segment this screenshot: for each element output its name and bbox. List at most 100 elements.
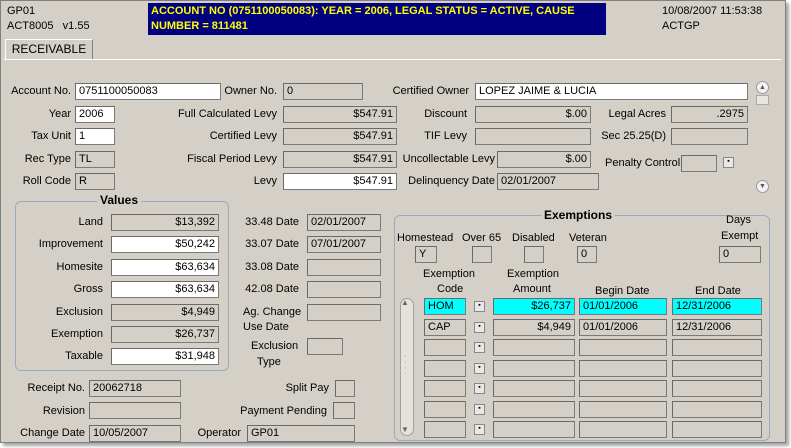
days-exempt-field: 0 — [719, 246, 761, 263]
taxable-field[interactable]: $31,948 — [111, 348, 219, 365]
end-date-cell[interactable]: 12/31/2006 — [672, 298, 762, 315]
tif-levy-field — [475, 128, 591, 145]
certified-owner-field[interactable]: LOPEZ JAIME & LUCIA — [475, 83, 748, 100]
date-4208-field — [307, 281, 381, 298]
exemptions-scrollbar[interactable] — [400, 298, 414, 436]
improvement-label: Improvement — [38, 238, 103, 250]
begin-date-cell[interactable] — [579, 380, 667, 397]
improvement-field[interactable]: $50,242 — [111, 236, 219, 253]
scroll-grip-icon[interactable]: ∙ ∙ ∙ ∙ — [404, 352, 406, 378]
exemption-amount-cell[interactable] — [493, 421, 575, 438]
values-title: Values — [97, 193, 142, 207]
tab-receivable[interactable]: RECEIVABLE — [5, 39, 93, 59]
rec-type-field: TL — [75, 151, 115, 168]
exemption-label: Exemption — [51, 328, 103, 340]
end-date-cell[interactable] — [672, 360, 762, 377]
exemptions-scroll-down-icon[interactable]: ▼ — [401, 425, 409, 434]
homestead-field: Y — [415, 246, 437, 263]
date-3307-label: 33.07 Date — [245, 238, 299, 250]
begin-date-cell[interactable]: 01/01/2006 — [579, 319, 667, 336]
exemption-code-lookup-button[interactable]: ▪ — [474, 404, 485, 415]
begin-date-cell[interactable]: 01/01/2006 — [579, 298, 667, 315]
version-label: v1.55 — [62, 20, 90, 32]
begin-date-cell[interactable] — [579, 421, 667, 438]
exemption-code-cell[interactable] — [424, 339, 466, 356]
gross-label: Gross — [73, 283, 103, 295]
exemption-amount-cell[interactable] — [493, 360, 575, 377]
end-date-cell[interactable]: 12/31/2006 — [672, 319, 762, 336]
penalty-control-field — [681, 155, 717, 172]
exemption-code-cell[interactable] — [424, 360, 466, 377]
date-3307-field: 07/01/2007 — [307, 236, 381, 253]
exemption-amount-cell[interactable] — [493, 339, 575, 356]
end-date-cell[interactable] — [672, 421, 762, 438]
discount-field: $.00 — [475, 106, 591, 123]
exemption-amount-cell[interactable] — [493, 380, 575, 397]
begin-date-cell[interactable] — [579, 339, 667, 356]
taxable-label: Taxable — [65, 350, 103, 362]
exemption-code-cell[interactable]: HOM — [424, 298, 466, 315]
exemption-amount-cell[interactable]: $4,949 — [493, 319, 575, 336]
tax-unit-field[interactable]: 1 — [75, 128, 115, 145]
scroll-track[interactable] — [756, 95, 769, 105]
end-date-cell[interactable] — [672, 401, 762, 418]
end-date-cell[interactable] — [672, 339, 762, 356]
revision-field — [89, 402, 181, 419]
exemption-code-lookup-button[interactable]: ▪ — [474, 322, 485, 333]
exemption-code-cell[interactable] — [424, 401, 466, 418]
col-exemption-amount-header: Exemption — [507, 268, 559, 280]
col-end-date-header: End Date — [695, 285, 741, 297]
year-field[interactable]: 2006 — [75, 106, 115, 123]
date-3348-field: 02/01/2007 — [307, 214, 381, 231]
levy-label: Levy — [253, 175, 277, 187]
owner-no-label: Owner No. — [224, 85, 277, 97]
date-3308-label: 33.08 Date — [245, 261, 299, 273]
payment-pending-label: Payment Pending — [240, 405, 327, 417]
exemption-code-lookup-button[interactable]: ▪ — [474, 301, 485, 312]
begin-date-cell[interactable] — [579, 360, 667, 377]
scroll-down-icon[interactable]: ▼ — [756, 180, 769, 193]
legal-acres-label: Legal Acres — [608, 108, 666, 120]
exemption-code-cell[interactable] — [424, 421, 466, 438]
penalty-lookup-button[interactable]: ▪ — [723, 157, 734, 168]
col-exemption-amount-header-2: Amount — [513, 283, 551, 295]
receipt-no-field: 20062718 — [89, 380, 181, 397]
exemption-code-lookup-button[interactable]: ▪ — [474, 342, 485, 353]
account-no-field[interactable]: 0751100050083 — [75, 83, 221, 100]
discount-label: Discount — [424, 108, 467, 120]
year-label: Year — [48, 108, 71, 120]
split-pay-field — [335, 380, 355, 397]
account-no-label: Account No. — [11, 85, 71, 97]
begin-date-cell[interactable] — [579, 401, 667, 418]
homesite-field[interactable]: $63,634 — [111, 259, 219, 276]
change-date-field: 10/05/2007 — [89, 425, 181, 442]
penalty-control-label: Penalty Control — [605, 157, 681, 169]
payment-pending-field — [333, 402, 355, 419]
exemptions-scroll-up-icon[interactable]: ▲ — [401, 298, 409, 307]
homestead-label: Homestead — [397, 232, 454, 244]
exemption-code-lookup-button[interactable]: ▪ — [474, 424, 485, 435]
end-date-cell[interactable] — [672, 380, 762, 397]
ag-change-label: Ag. Change — [243, 306, 302, 318]
date-3348-label: 33.48 Date — [245, 216, 299, 228]
levy-field[interactable]: $547.91 — [283, 173, 397, 190]
user-id: ACTGP — [662, 20, 700, 32]
revision-label: Revision — [42, 405, 85, 417]
exemption-amount-cell[interactable]: $26,737 — [493, 298, 575, 315]
exemption-amount-cell[interactable] — [493, 401, 575, 418]
gross-field[interactable]: $63,634 — [111, 281, 219, 298]
datetime: 10/08/2007 11:53:38 — [662, 5, 763, 17]
exemption-code-lookup-button[interactable]: ▪ — [474, 363, 485, 374]
exemption-code-cell[interactable] — [424, 380, 466, 397]
ag-change-field — [307, 304, 381, 321]
exemption-code-lookup-button[interactable]: ▪ — [474, 383, 485, 394]
exclusion-label: Exclusion — [55, 306, 103, 318]
scroll-up-icon[interactable]: ▲ — [756, 81, 769, 94]
account-info-banner: ACCOUNT NO (0751100050083): YEAR = 2006,… — [148, 3, 606, 35]
operator-field: GP01 — [247, 425, 355, 442]
operator-label: Operator — [197, 427, 241, 439]
date-4208-label: 42.08 Date — [245, 283, 299, 295]
exemption-code-cell[interactable]: CAP — [424, 319, 466, 336]
land-label: Land — [78, 216, 103, 228]
change-date-label: Change Date — [20, 427, 85, 439]
